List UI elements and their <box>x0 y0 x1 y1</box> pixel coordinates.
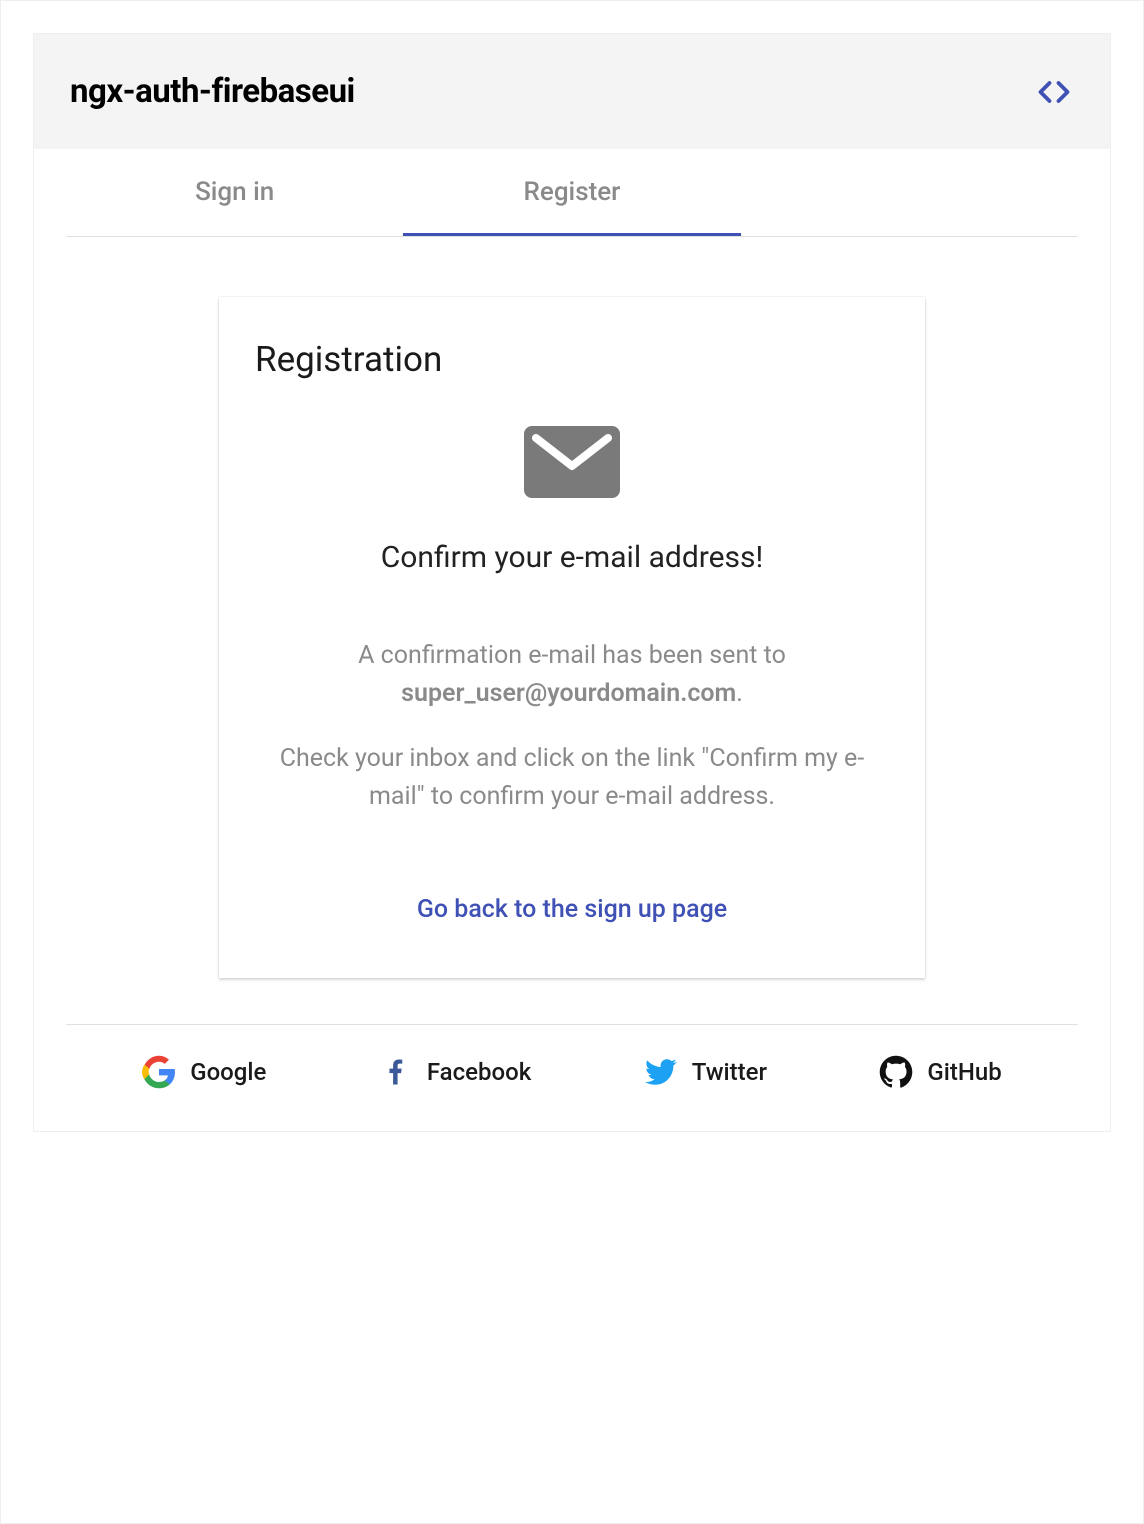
facebook-provider-button[interactable]: Facebook <box>379 1055 531 1089</box>
panel-header: ngx-auth-firebaseui <box>34 34 1110 149</box>
code-icon[interactable] <box>1034 78 1074 106</box>
confirm-heading: Confirm your e-mail address! <box>255 540 889 575</box>
provider-label: Google <box>190 1058 266 1086</box>
mail-icon-wrap <box>255 426 889 502</box>
tab-register[interactable]: Register <box>403 149 740 236</box>
tabs: Sign in Register <box>66 149 1078 237</box>
facebook-icon <box>379 1055 413 1089</box>
google-provider-button[interactable]: Google <box>142 1055 266 1089</box>
go-back-link[interactable]: Go back to the sign up page <box>255 895 889 924</box>
auth-providers-bar: Google Facebook Twitter <box>66 1024 1078 1099</box>
tab-signin[interactable]: Sign in <box>66 149 403 236</box>
google-icon <box>142 1055 176 1089</box>
twitter-provider-button[interactable]: Twitter <box>644 1055 767 1089</box>
sent-email: super_user@yourdomain.com <box>401 679 736 708</box>
instructions-text: Check your inbox and click on the link "… <box>255 740 889 815</box>
twitter-icon <box>644 1055 678 1089</box>
confirmation-sent-text: A confirmation e-mail has been sent to s… <box>255 637 889 712</box>
github-icon <box>879 1055 913 1089</box>
tab-signin-label: Sign in <box>195 177 274 207</box>
sent-prefix: A confirmation e-mail has been sent to <box>358 641 786 670</box>
content-wrap: Registration Confirm your e-mail address… <box>34 237 1110 1006</box>
mail-icon <box>522 483 622 502</box>
provider-label: Twitter <box>692 1058 767 1086</box>
registration-card: Registration Confirm your e-mail address… <box>219 297 925 978</box>
tab-register-label: Register <box>524 177 621 207</box>
panel-title: ngx-auth-firebaseui <box>70 72 355 111</box>
provider-label: GitHub <box>927 1058 1001 1086</box>
github-provider-button[interactable]: GitHub <box>879 1055 1001 1089</box>
sent-period: . <box>736 679 743 708</box>
card-title: Registration <box>255 339 889 380</box>
auth-panel: ngx-auth-firebaseui Sign in Register Reg… <box>33 33 1111 1132</box>
provider-label: Facebook <box>427 1058 531 1086</box>
